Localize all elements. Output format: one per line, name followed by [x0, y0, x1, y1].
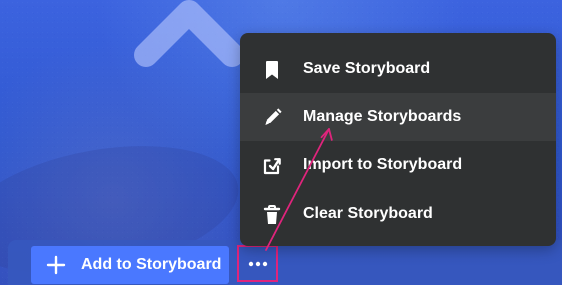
pencil-icon — [260, 106, 284, 130]
storyboard-menu: Save Storyboard Manage Storyboards Impor… — [240, 33, 556, 246]
menu-item-manage-storyboards[interactable]: Manage Storyboards — [240, 93, 556, 141]
menu-item-import-to-storyboard[interactable]: Import to Storyboard — [240, 141, 556, 189]
add-to-storyboard-label: Add to Storyboard — [81, 256, 222, 273]
more-options-button[interactable] — [237, 245, 278, 282]
storyboard-screen: Add to Storyboard Save Storyboard Manage… — [0, 0, 562, 285]
menu-item-label: Save Storyboard — [303, 60, 431, 77]
menu-item-clear-storyboard[interactable]: Clear Storyboard — [240, 190, 556, 238]
menu-item-label: Clear Storyboard — [303, 205, 433, 222]
menu-item-label: Manage Storyboards — [303, 108, 462, 125]
bookmark-icon — [260, 58, 284, 82]
plus-icon — [45, 254, 67, 276]
menu-item-label: Import to Storyboard — [303, 156, 463, 173]
more-horizontal-icon — [248, 261, 267, 266]
import-icon — [260, 154, 284, 178]
menu-item-save-storyboard[interactable]: Save Storyboard — [240, 45, 556, 93]
trash-icon — [260, 203, 284, 227]
add-to-storyboard-button[interactable]: Add to Storyboard — [31, 246, 229, 284]
